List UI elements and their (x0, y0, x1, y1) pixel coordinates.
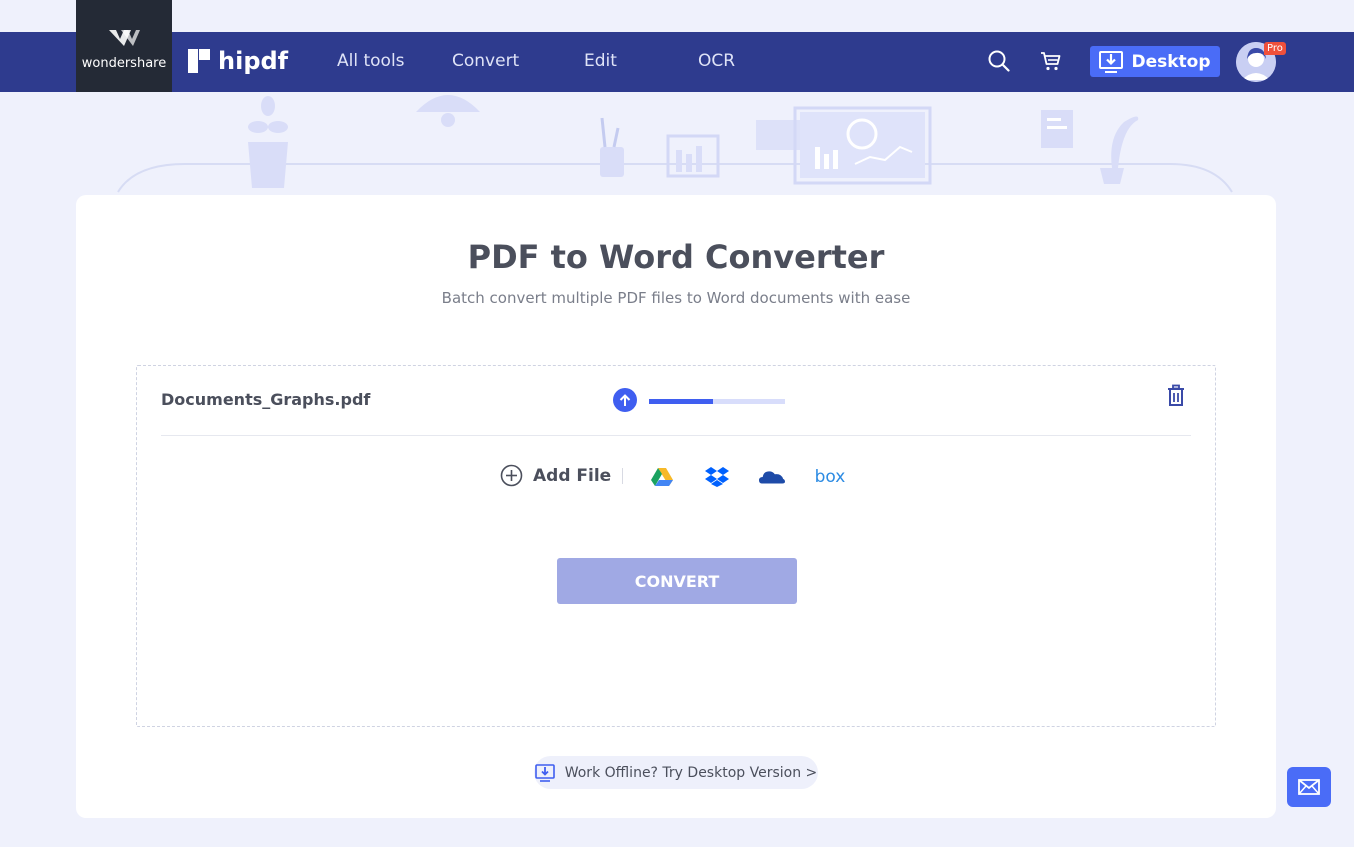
delete-file-button[interactable] (1165, 384, 1187, 408)
upload-progress-bar (649, 399, 785, 404)
pro-badge: Pro (1264, 42, 1286, 55)
google-drive-button[interactable] (649, 464, 675, 490)
file-name: Documents_Graphs.pdf (161, 390, 371, 409)
box-icon: box (814, 467, 846, 487)
nav-convert[interactable]: Convert (452, 51, 519, 71)
wondershare-text: wondershare (81, 55, 167, 71)
wondershare-mark-icon (109, 29, 140, 46)
cart-icon (1041, 52, 1061, 71)
convert-button[interactable]: CONVERT (557, 558, 797, 604)
work-offline-label: Work Offline? Try Desktop Version > (564, 764, 818, 781)
search-button[interactable] (986, 48, 1012, 74)
plus-circle-icon (500, 464, 523, 487)
file-dropzone[interactable]: Documents_Graphs.pdf Add File box CONVER… (136, 365, 1216, 727)
page-subtitle: Batch convert multiple PDF files to Word… (441, 289, 911, 307)
hipdf-logo[interactable]: hipdf (188, 47, 288, 75)
desktop-button-label: Desktop (1131, 51, 1211, 72)
nav-ocr[interactable]: OCR (698, 51, 735, 71)
download-desktop-icon (534, 763, 555, 782)
converter-card: PDF to Word Converter Batch convert mult… (76, 195, 1276, 818)
onedrive-button[interactable] (759, 464, 785, 490)
page-title: PDF to Word Converter (467, 238, 885, 276)
arrow-up-icon (619, 393, 631, 406)
desktop-button[interactable]: Desktop (1090, 46, 1220, 77)
box-button[interactable]: box (814, 464, 846, 490)
search-icon (988, 50, 1010, 72)
file-row: Documents_Graphs.pdf (161, 366, 1191, 436)
divider (622, 468, 623, 484)
header-illustration (117, 95, 1233, 193)
download-desktop-icon (1099, 50, 1124, 73)
contact-mail-button[interactable] (1287, 767, 1331, 807)
mail-icon (1298, 779, 1320, 795)
trash-icon (1168, 384, 1184, 406)
hipdf-mark-icon (188, 49, 210, 73)
hipdf-wordmark: hipdf (218, 47, 289, 75)
wondershare-logo[interactable]: wondershare (76, 0, 172, 92)
work-offline-link[interactable]: Work Offline? Try Desktop Version > (534, 756, 818, 789)
dropbox-icon (705, 467, 729, 487)
add-file-row: Add File box (137, 462, 1217, 492)
nav-all-tools[interactable]: All tools (337, 51, 405, 71)
nav-edit[interactable]: Edit (584, 51, 617, 71)
onedrive-icon (759, 471, 785, 484)
add-file-label: Add File (533, 465, 612, 486)
cart-button[interactable] (1038, 48, 1064, 74)
dropbox-button[interactable] (704, 464, 730, 490)
upload-progress-fill (649, 399, 713, 404)
upload-status-icon (613, 388, 637, 412)
google-drive-icon (651, 468, 673, 486)
add-file-button[interactable]: Add File (500, 464, 611, 487)
